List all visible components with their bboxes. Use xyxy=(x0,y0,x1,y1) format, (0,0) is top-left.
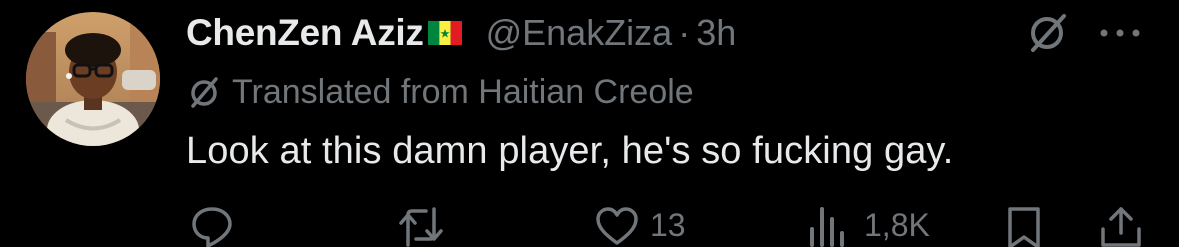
heart-icon xyxy=(596,207,638,245)
like-count: 13 xyxy=(650,207,686,243)
tweet-text: Look at this damn player, he's so fuckin… xyxy=(186,130,954,172)
views-button[interactable]: 1,8K xyxy=(806,205,930,247)
timestamp[interactable]: 3h xyxy=(696,12,736,54)
user-handle[interactable]: @EnakZiza xyxy=(486,12,673,54)
senegal-flag-icon xyxy=(427,21,462,45)
display-name[interactable]: ChenZen Aziz xyxy=(186,12,424,54)
action-bar: 13 1,8K xyxy=(0,205,1179,247)
views-icon xyxy=(810,207,844,247)
share-button[interactable] xyxy=(1098,205,1144,247)
retweet-icon xyxy=(399,207,443,247)
translation-label: Translated from Haitian Creole xyxy=(232,72,694,111)
translation-note[interactable]: Translated from Haitian Creole xyxy=(186,70,694,114)
tweet[interactable]: ChenZen Aziz @EnakZiza · 3h Translated f… xyxy=(0,0,1179,247)
bookmark-icon xyxy=(1008,207,1040,247)
tweet-header: ChenZen Aziz @EnakZiza · 3h xyxy=(186,8,736,58)
reply-button[interactable] xyxy=(190,205,234,247)
share-icon xyxy=(1101,207,1141,247)
bookmark-button[interactable] xyxy=(1004,205,1044,247)
retweet-button[interactable] xyxy=(398,205,444,247)
grok-icon[interactable] xyxy=(1024,10,1070,56)
views-count: 1,8K xyxy=(864,207,930,243)
avatar[interactable] xyxy=(26,12,160,146)
more-icon[interactable] xyxy=(1093,18,1147,48)
translate-icon xyxy=(191,77,218,108)
like-button[interactable]: 13 xyxy=(594,205,686,247)
reply-icon xyxy=(192,207,232,247)
separator-dot: · xyxy=(678,12,691,53)
